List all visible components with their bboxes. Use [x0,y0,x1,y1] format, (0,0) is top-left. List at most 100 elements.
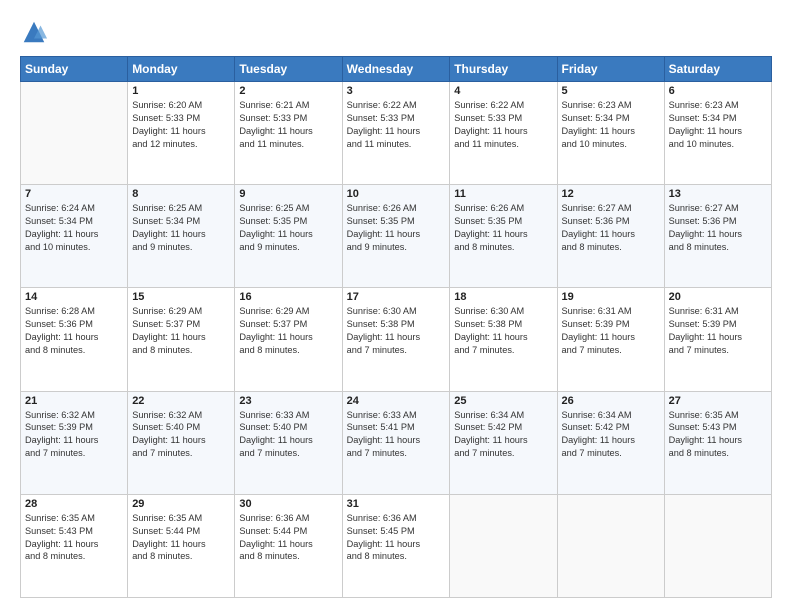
day-number: 28 [25,498,123,510]
header [20,18,772,46]
calendar-cell: 9 Sunrise: 6:25 AM Sunset: 5:35 PM Daylig… [235,185,342,288]
week-row-4: 21 Sunrise: 6:32 AM Sunset: 5:39 PM Dayli… [21,391,772,494]
calendar-cell: 6 Sunrise: 6:23 AM Sunset: 5:34 PM Daylig… [664,82,771,185]
day-number: 29 [132,498,230,510]
weekday-header-monday: Monday [128,57,235,82]
day-info: Sunrise: 6:34 AM Sunset: 5:42 PM Dayligh… [562,409,660,461]
calendar-cell: 11 Sunrise: 6:26 AM Sunset: 5:35 PM Dayli… [450,185,557,288]
day-info: Sunrise: 6:24 AM Sunset: 5:34 PM Dayligh… [25,202,123,254]
day-info: Sunrise: 6:35 AM Sunset: 5:43 PM Dayligh… [25,512,123,564]
calendar-cell: 16 Sunrise: 6:29 AM Sunset: 5:37 PM Dayli… [235,288,342,391]
day-number: 14 [25,291,123,303]
calendar-cell: 30Sunrise: 6:36 AM Sunset: 5:44 PM Dayli… [235,494,342,597]
calendar-cell: 14 Sunrise: 6:28 AM Sunset: 5:36 PM Dayli… [21,288,128,391]
day-info: Sunrise: 6:22 AM Sunset: 5:33 PM Dayligh… [347,99,446,151]
day-info: Sunrise: 6:33 AM Sunset: 5:40 PM Dayligh… [239,409,337,461]
calendar-cell: 31 Sunrise: 6:36 AM Sunset: 5:45 PM Dayli… [342,494,450,597]
day-number: 6 [669,85,767,97]
day-number: 15 [132,291,230,303]
day-number: 7 [25,188,123,200]
day-number: 18 [454,291,552,303]
calendar-cell: 19 Sunrise: 6:31 AM Sunset: 5:39 PM Dayli… [557,288,664,391]
day-info: Sunrise: 6:34 AM Sunset: 5:42 PM Dayligh… [454,409,552,461]
calendar-cell: 17 Sunrise: 6:30 AM Sunset: 5:38 PM Dayli… [342,288,450,391]
calendar-cell: 15Sunrise: 6:29 AM Sunset: 5:37 PM Dayli… [128,288,235,391]
day-number: 1 [132,85,230,97]
day-number: 10 [347,188,446,200]
day-info: Sunrise: 6:29 AM Sunset: 5:37 PM Dayligh… [239,305,337,357]
day-number: 3 [347,85,446,97]
week-row-1: 1 Sunrise: 6:20 AM Sunset: 5:33 PM Daylig… [21,82,772,185]
day-info: Sunrise: 6:26 AM Sunset: 5:35 PM Dayligh… [347,202,446,254]
calendar-cell: 2Sunrise: 6:21 AM Sunset: 5:33 PM Daylig… [235,82,342,185]
calendar-cell: 12 Sunrise: 6:27 AM Sunset: 5:36 PM Dayli… [557,185,664,288]
calendar-cell: 18Sunrise: 6:30 AM Sunset: 5:38 PM Dayli… [450,288,557,391]
weekday-header-wednesday: Wednesday [342,57,450,82]
day-number: 23 [239,395,337,407]
day-info: Sunrise: 6:23 AM Sunset: 5:34 PM Dayligh… [669,99,767,151]
day-number: 21 [25,395,123,407]
day-number: 11 [454,188,552,200]
weekday-header-friday: Friday [557,57,664,82]
calendar-cell [450,494,557,597]
calendar-cell: 10 Sunrise: 6:26 AM Sunset: 5:35 PM Dayli… [342,185,450,288]
day-number: 16 [239,291,337,303]
calendar-body: 1 Sunrise: 6:20 AM Sunset: 5:33 PM Daylig… [21,82,772,598]
day-info: Sunrise: 6:36 AM Sunset: 5:45 PM Dayligh… [347,512,446,564]
day-info: Sunrise: 6:25 AM Sunset: 5:35 PM Dayligh… [239,202,337,254]
calendar-cell: 26 Sunrise: 6:34 AM Sunset: 5:42 PM Dayli… [557,391,664,494]
day-info: Sunrise: 6:26 AM Sunset: 5:35 PM Dayligh… [454,202,552,254]
weekday-header-sunday: Sunday [21,57,128,82]
calendar-table: SundayMondayTuesdayWednesdayThursdayFrid… [20,56,772,598]
day-info: Sunrise: 6:31 AM Sunset: 5:39 PM Dayligh… [669,305,767,357]
day-info: Sunrise: 6:22 AM Sunset: 5:33 PM Dayligh… [454,99,552,151]
calendar-cell: 22Sunrise: 6:32 AM Sunset: 5:40 PM Dayli… [128,391,235,494]
calendar-cell: 28 Sunrise: 6:35 AM Sunset: 5:43 PM Dayli… [21,494,128,597]
day-number: 19 [562,291,660,303]
day-number: 13 [669,188,767,200]
weekday-header-row: SundayMondayTuesdayWednesdayThursdayFrid… [21,57,772,82]
calendar-cell: 5Sunrise: 6:23 AM Sunset: 5:34 PM Daylig… [557,82,664,185]
page: SundayMondayTuesdayWednesdayThursdayFrid… [0,0,792,612]
day-info: Sunrise: 6:25 AM Sunset: 5:34 PM Dayligh… [132,202,230,254]
day-number: 8 [132,188,230,200]
day-number: 31 [347,498,446,510]
day-number: 9 [239,188,337,200]
day-number: 20 [669,291,767,303]
day-info: Sunrise: 6:33 AM Sunset: 5:41 PM Dayligh… [347,409,446,461]
day-number: 12 [562,188,660,200]
calendar-cell: 29Sunrise: 6:35 AM Sunset: 5:44 PM Dayli… [128,494,235,597]
calendar-cell: 7 Sunrise: 6:24 AM Sunset: 5:34 PM Daylig… [21,185,128,288]
day-number: 26 [562,395,660,407]
day-number: 5 [562,85,660,97]
weekday-header-thursday: Thursday [450,57,557,82]
calendar-cell: 4 Sunrise: 6:22 AM Sunset: 5:33 PM Daylig… [450,82,557,185]
calendar-cell: 3 Sunrise: 6:22 AM Sunset: 5:33 PM Daylig… [342,82,450,185]
day-info: Sunrise: 6:27 AM Sunset: 5:36 PM Dayligh… [669,202,767,254]
day-number: 22 [132,395,230,407]
calendar-cell: 21 Sunrise: 6:32 AM Sunset: 5:39 PM Dayli… [21,391,128,494]
day-info: Sunrise: 6:27 AM Sunset: 5:36 PM Dayligh… [562,202,660,254]
logo-icon [20,18,48,46]
weekday-header-tuesday: Tuesday [235,57,342,82]
day-info: Sunrise: 6:20 AM Sunset: 5:33 PM Dayligh… [132,99,230,151]
day-info: Sunrise: 6:35 AM Sunset: 5:43 PM Dayligh… [669,409,767,461]
weekday-header-saturday: Saturday [664,57,771,82]
calendar-cell [557,494,664,597]
day-number: 27 [669,395,767,407]
calendar-cell [664,494,771,597]
day-info: Sunrise: 6:30 AM Sunset: 5:38 PM Dayligh… [347,305,446,357]
day-info: Sunrise: 6:31 AM Sunset: 5:39 PM Dayligh… [562,305,660,357]
day-info: Sunrise: 6:32 AM Sunset: 5:39 PM Dayligh… [25,409,123,461]
day-info: Sunrise: 6:28 AM Sunset: 5:36 PM Dayligh… [25,305,123,357]
calendar-header: SundayMondayTuesdayWednesdayThursdayFrid… [21,57,772,82]
day-number: 2 [239,85,337,97]
calendar-cell: 8 Sunrise: 6:25 AM Sunset: 5:34 PM Daylig… [128,185,235,288]
day-number: 17 [347,291,446,303]
week-row-5: 28 Sunrise: 6:35 AM Sunset: 5:43 PM Dayli… [21,494,772,597]
day-info: Sunrise: 6:36 AM Sunset: 5:44 PM Dayligh… [239,512,337,564]
calendar-cell [21,82,128,185]
day-number: 24 [347,395,446,407]
day-number: 4 [454,85,552,97]
week-row-2: 7 Sunrise: 6:24 AM Sunset: 5:34 PM Daylig… [21,185,772,288]
